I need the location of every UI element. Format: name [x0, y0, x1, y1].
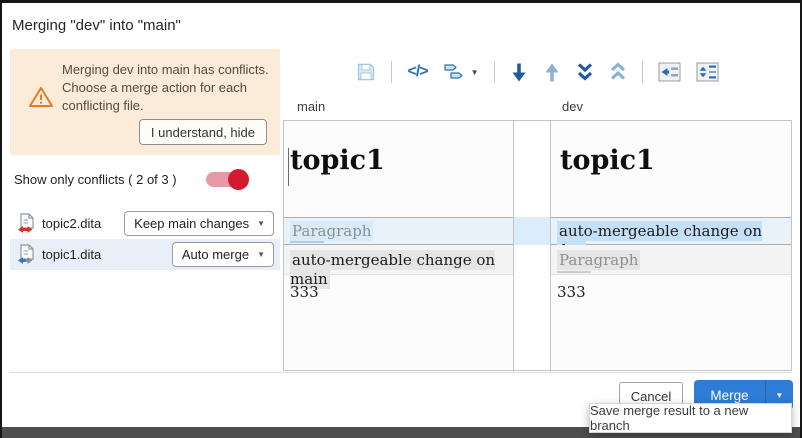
next-change-button[interactable]: [510, 62, 528, 83]
changed-text: auto-mergeable change on main: [290, 250, 495, 289]
show-changes-panel-button[interactable]: [658, 62, 681, 82]
next-conflict-icon: [576, 62, 594, 83]
show-changes-panel-icon: [658, 62, 681, 82]
auto-merge-file-icon: [17, 244, 39, 265]
show-only-conflicts-label: Show only conflicts ( 2 of 3 ): [14, 172, 177, 187]
topic-heading: topic1: [290, 145, 385, 176]
xml-source-icon: </>: [407, 63, 427, 81]
content-divider: [10, 372, 792, 373]
xml-source-button[interactable]: </>: [407, 63, 427, 81]
merge-action-value: Keep main changes: [134, 216, 249, 231]
merge-action-select-topic1[interactable]: Auto merge ▼: [172, 242, 274, 267]
next-conflict-button[interactable]: [576, 62, 594, 83]
file-name: topic1.dita: [42, 247, 101, 262]
conflict-warning-banner: Merging dev into main has conflicts. Cho…: [10, 49, 280, 155]
inserted-row[interactable]: auto-mergeable change on dev: [551, 217, 791, 245]
branch-label-main: main: [297, 99, 325, 114]
dialog-title: Merging "dev" into "main": [12, 17, 181, 34]
synchronized-scrolling-button[interactable]: [696, 62, 719, 82]
toggle-knob: [228, 169, 249, 190]
branch-label-dev: dev: [562, 99, 583, 114]
conflict-file-icon: [17, 213, 39, 234]
tags-display-icon: [443, 62, 468, 82]
diff-toolbar: </> ▼: [283, 55, 792, 89]
tags-display-button[interactable]: ▼: [443, 62, 479, 82]
file-row-topic2[interactable]: topic2.dita Keep main changes ▼: [10, 208, 280, 239]
chevron-down-icon: ▼: [776, 391, 784, 400]
inserted-row[interactable]: Paragraph: [284, 217, 513, 245]
warning-message: Merging dev into main has conflicts. Cho…: [62, 61, 270, 116]
chevron-down-icon: ▼: [257, 250, 265, 259]
file-row-topic1[interactable]: topic1.dita Auto merge ▼: [10, 239, 280, 270]
toolbar-separator: [494, 61, 495, 83]
merge-action-select-topic2[interactable]: Keep main changes ▼: [124, 211, 274, 236]
merge-dropdown-tooltip: Save merge result to a new branch: [589, 403, 792, 433]
change-underline: [290, 241, 324, 243]
toolbar-separator: [642, 61, 643, 83]
save-icon: [356, 62, 376, 82]
unchanged-text: 333: [290, 283, 319, 301]
tooltip-text: Save merge result to a new branch: [590, 403, 791, 433]
merge-action-value: Auto merge: [182, 247, 249, 262]
next-change-icon: [510, 62, 528, 83]
chevron-down-icon: ▼: [471, 68, 479, 77]
diff-connector: [514, 217, 550, 245]
previous-conflict-icon: [609, 62, 627, 83]
unchanged-text: 333: [557, 283, 586, 301]
file-name: topic2.dita: [42, 216, 101, 231]
change-underline: [557, 271, 591, 273]
paragraph-placeholder: Paragraph: [290, 221, 373, 241]
diff-pane-dev[interactable]: topic1 auto-mergeable change on dev Para…: [550, 120, 792, 371]
changed-row[interactable]: Paragraph: [551, 245, 791, 275]
save-button[interactable]: [356, 62, 376, 82]
paragraph-placeholder: Paragraph: [557, 250, 640, 270]
show-only-conflicts-toggle[interactable]: [206, 172, 248, 187]
chevron-down-icon: ▼: [257, 219, 265, 228]
text-cursor: [288, 148, 289, 186]
synchronized-scrolling-icon: [696, 62, 719, 82]
diff-gutter: [514, 120, 550, 371]
toolbar-separator: [391, 61, 392, 83]
previous-change-button[interactable]: [543, 62, 561, 83]
previous-conflict-button[interactable]: [609, 62, 627, 83]
changed-row[interactable]: auto-mergeable change on main: [284, 245, 513, 275]
understand-hide-button[interactable]: I understand, hide: [139, 119, 267, 145]
previous-change-icon: [543, 62, 561, 83]
diff-pane-main[interactable]: topic1 Paragraph auto-mergeable change o…: [283, 120, 514, 371]
topic-heading: topic1: [560, 145, 655, 176]
merge-dialog: Merging "dev" into "main" Merging dev in…: [0, 0, 802, 438]
warning-icon: [28, 85, 54, 109]
